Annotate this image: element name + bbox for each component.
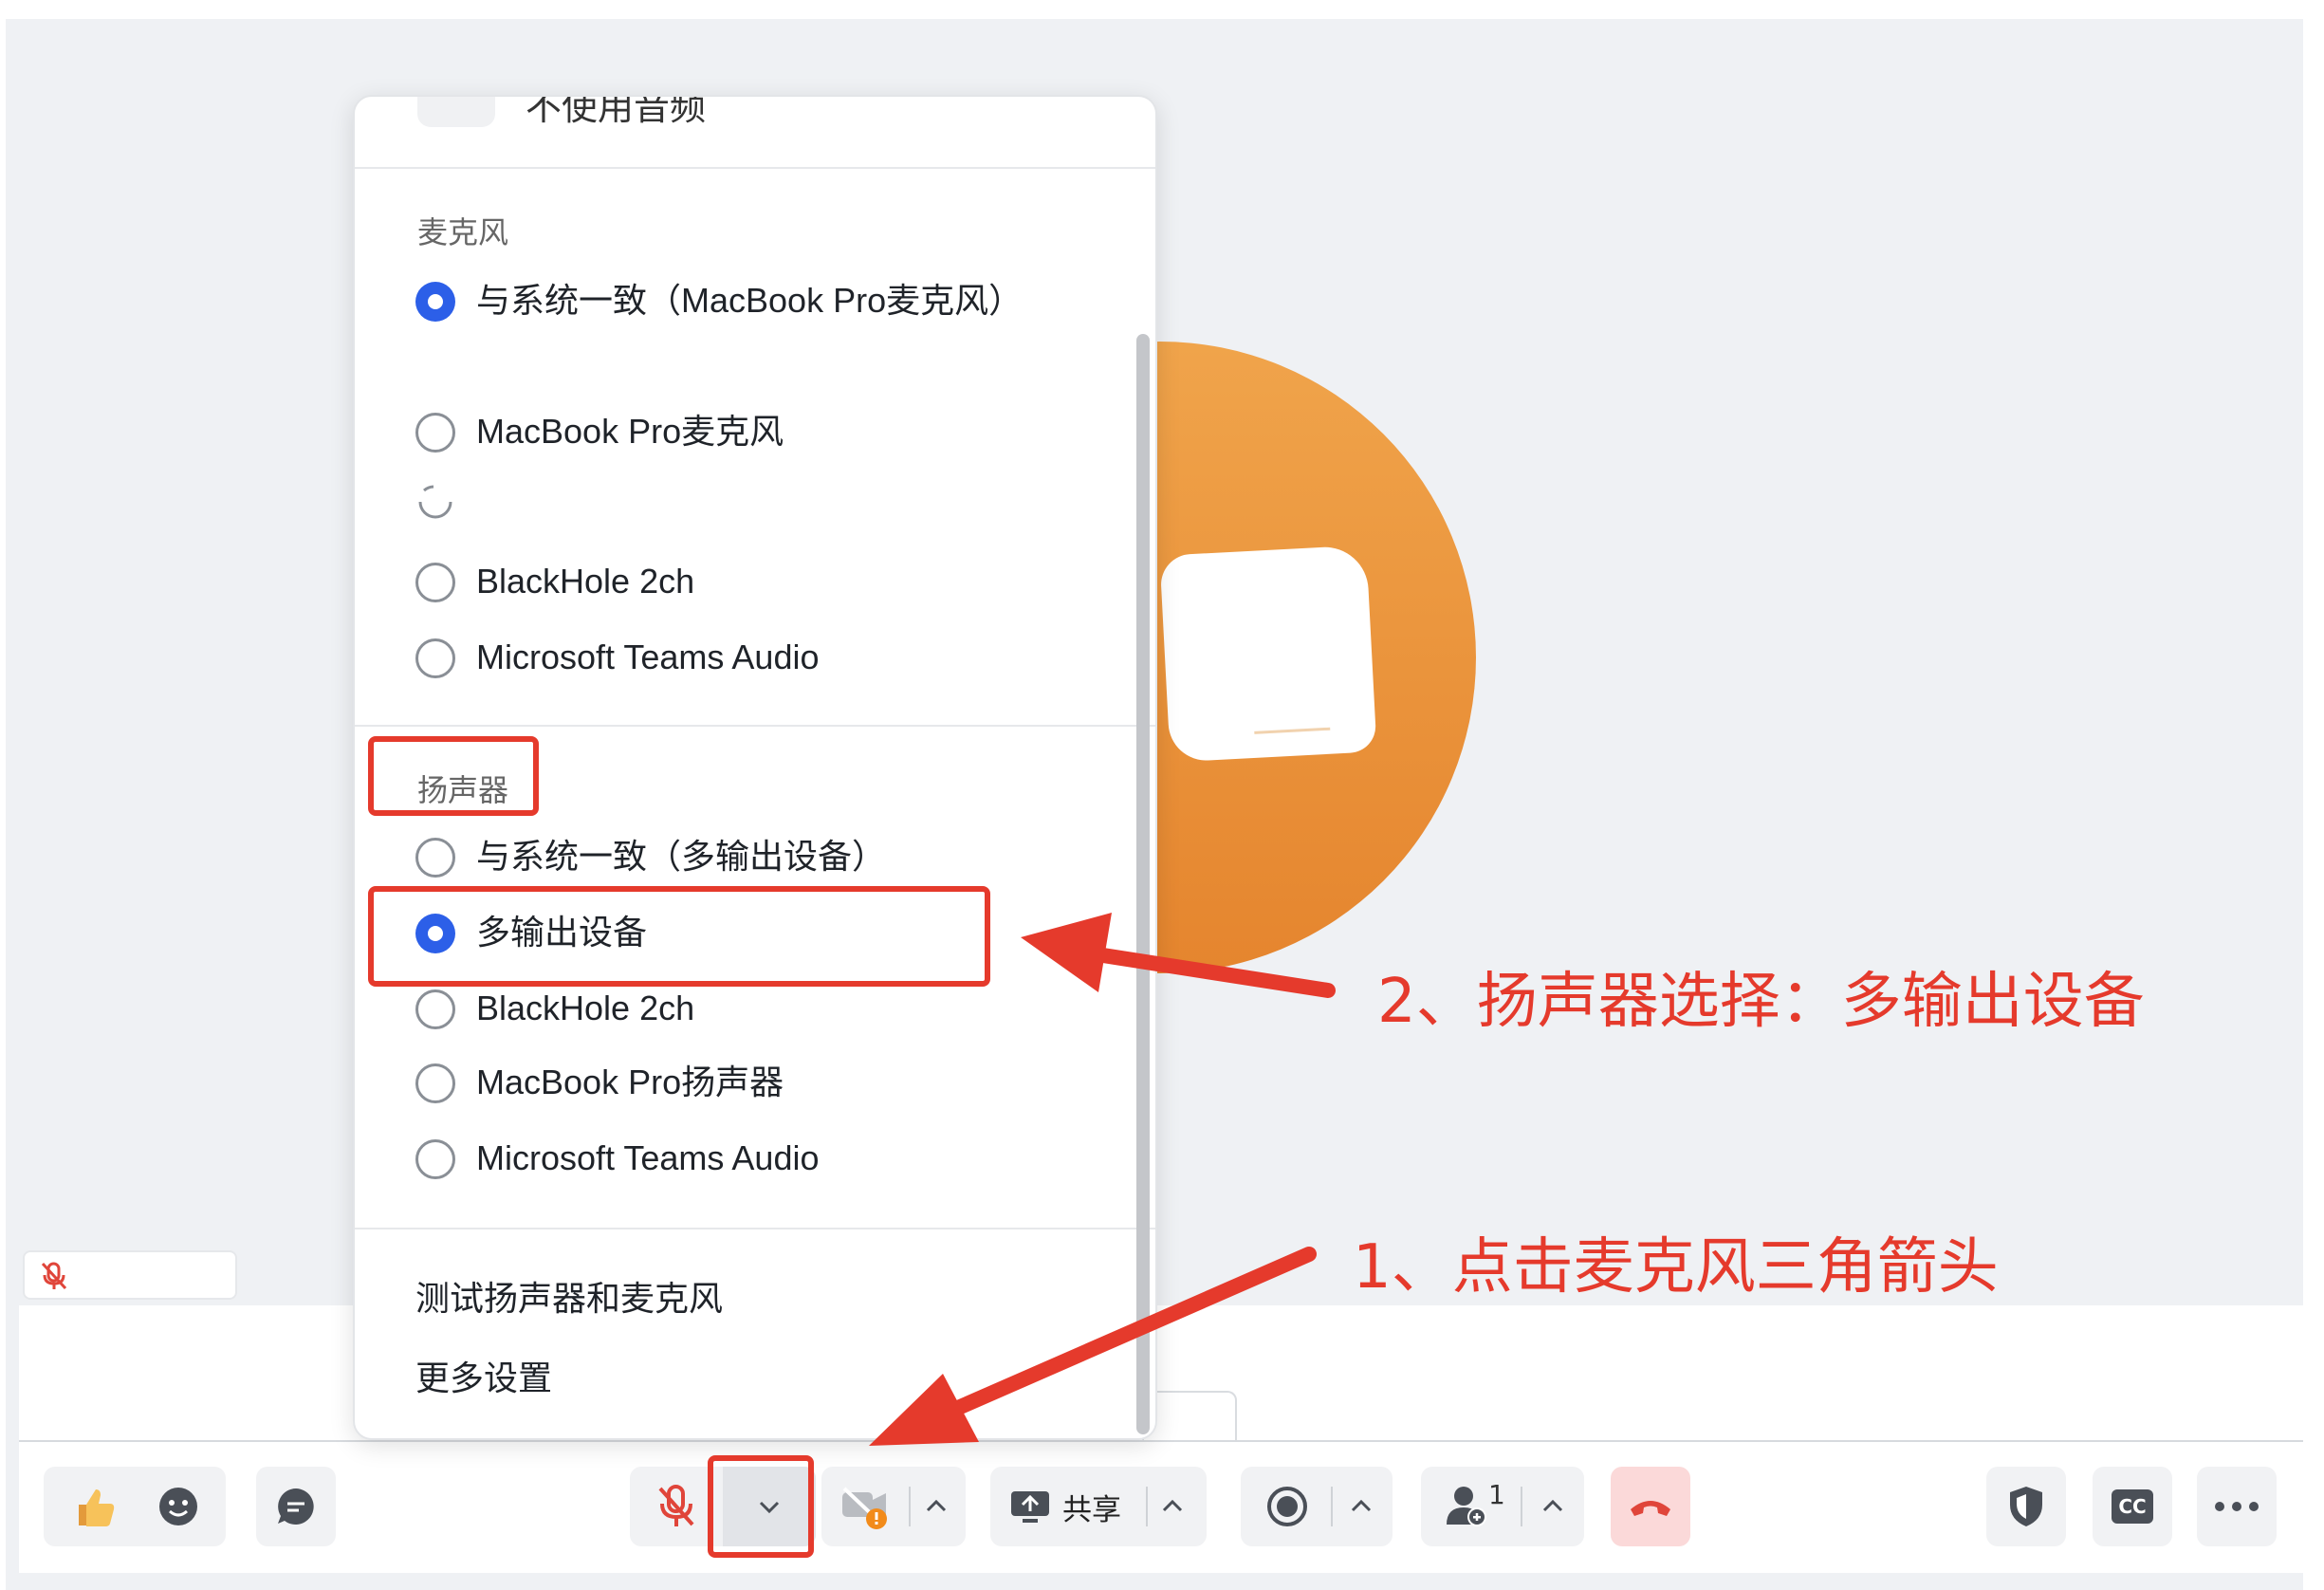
- speaker-title-highlight: [368, 736, 539, 816]
- menu-divider: [355, 1228, 1155, 1229]
- window-top-strip: [0, 0, 2324, 19]
- record-button[interactable]: [1244, 1484, 1331, 1529]
- chat-button[interactable]: [256, 1467, 336, 1546]
- captions-icon: CC: [2112, 1489, 2153, 1524]
- test-audio-button[interactable]: 测试扬声器和麦克风: [415, 1271, 723, 1321]
- chevron-up-icon: [926, 1499, 947, 1512]
- captions-button[interactable]: CC: [2093, 1467, 2172, 1546]
- share-screen-icon: [1011, 1491, 1049, 1523]
- mic-option-label: MacBook Pro麦克风: [476, 412, 784, 451]
- chat-icon: [278, 1488, 314, 1525]
- annotation-step-1: 1、点击麦克风三角箭头: [1353, 1232, 1999, 1303]
- radio-icon: [415, 563, 455, 602]
- record-options-button[interactable]: [1333, 1497, 1390, 1516]
- radio-icon: [415, 838, 455, 878]
- annotation-step-2: 2、扬声器选择：多输出设备: [1377, 967, 2145, 1037]
- speaker-option-system[interactable]: 与系统一致（多输出设备）: [415, 837, 886, 883]
- participants-button[interactable]: 1: [1422, 1479, 1521, 1530]
- chevron-up-icon: [1162, 1499, 1183, 1512]
- speaker-option-label: 与系统一致（多输出设备）: [476, 837, 887, 876]
- avatar-redaction: [1159, 545, 1377, 763]
- radio-icon: [415, 989, 455, 1029]
- speaker-option-label: Microsoft Teams Audio: [476, 1138, 820, 1177]
- reactions-button[interactable]: [44, 1467, 226, 1546]
- radio-checked-icon: [415, 282, 455, 322]
- multi-output-highlight: [368, 886, 990, 987]
- security-button[interactable]: [1986, 1467, 2066, 1546]
- microphone-section-title: 麦克风: [417, 214, 509, 250]
- menu-scrollbar[interactable]: [1136, 334, 1150, 1434]
- participant-count: 1: [1488, 1479, 1505, 1510]
- window-right-edge: [2303, 0, 2324, 1590]
- video-options-button[interactable]: [908, 1497, 965, 1516]
- meeting-toolbar: 共享 1 CC: [19, 1440, 2303, 1573]
- participants-options-button[interactable]: [1522, 1497, 1583, 1516]
- speaker-option-macbook[interactable]: MacBook Pro扬声器: [415, 1063, 784, 1109]
- video-button-group: [821, 1467, 966, 1546]
- more-button[interactable]: [2197, 1467, 2277, 1546]
- radio-icon: [415, 638, 455, 678]
- mic-chevron-highlight: [708, 1455, 814, 1558]
- mic-off-icon: [41, 1262, 67, 1290]
- record-button-group: [1241, 1467, 1393, 1546]
- record-icon: [1267, 1487, 1307, 1526]
- captions-label: CC: [2118, 1495, 2147, 1518]
- chevron-up-icon: [1542, 1499, 1563, 1512]
- video-off-icon: [842, 1487, 887, 1529]
- radio-icon: [415, 1063, 455, 1103]
- window-left-edge: [0, 0, 6, 1590]
- speaker-option-blackhole[interactable]: BlackHole 2ch: [415, 989, 694, 1035]
- radio-icon: [415, 1139, 455, 1179]
- mic-option-label: Microsoft Teams Audio: [476, 638, 820, 676]
- more-icon: [2215, 1502, 2259, 1511]
- share-options-button[interactable]: [1148, 1497, 1197, 1516]
- radio-icon: [415, 413, 455, 453]
- chevron-up-icon: [1351, 1499, 1372, 1512]
- video-separator: [909, 1487, 911, 1526]
- mic-option-macbook[interactable]: MacBook Pro麦克风: [415, 412, 784, 458]
- mic-option-label: 与系统一致（MacBook Pro麦克风）: [476, 281, 1024, 320]
- meeting-window: 共享 1 CC 不使用音频 麦克风 与系统一致（MacBook Pro麦克风） …: [0, 0, 2324, 1590]
- emoji-icon: [159, 1488, 197, 1525]
- video-toggle-button[interactable]: [822, 1483, 908, 1530]
- share-button-group: 共享: [990, 1467, 1207, 1546]
- menu-divider: [355, 167, 1155, 169]
- thumbs-up-icon: [79, 1489, 115, 1526]
- speaker-option-label: BlackHole 2ch: [476, 989, 695, 1027]
- no-audio-option[interactable]: 不使用音频: [526, 97, 706, 130]
- no-audio-icon-box: [417, 97, 495, 127]
- end-call-button[interactable]: [1611, 1467, 1690, 1546]
- mic-option-teams[interactable]: Microsoft Teams Audio: [415, 638, 820, 684]
- loading-spinner-icon: [418, 485, 452, 519]
- end-call-icon: [1631, 1501, 1670, 1516]
- speaker-option-teams[interactable]: Microsoft Teams Audio: [415, 1138, 820, 1185]
- menu-divider: [355, 725, 1155, 727]
- mic-option-blackhole[interactable]: BlackHole 2ch: [415, 562, 694, 608]
- share-button[interactable]: 共享: [1000, 1486, 1121, 1528]
- speaker-option-label: MacBook Pro扬声器: [476, 1063, 784, 1101]
- mic-option-system[interactable]: 与系统一致（MacBook Pro麦克风）: [415, 281, 1023, 327]
- share-label: 共享: [1062, 1492, 1121, 1527]
- mic-option-label: BlackHole 2ch: [476, 562, 695, 601]
- mic-off-icon: [658, 1485, 694, 1526]
- more-settings-button[interactable]: 更多设置: [415, 1351, 552, 1400]
- security-icon: [2010, 1487, 2042, 1526]
- participant-name-tag: [23, 1250, 237, 1300]
- participants-button-group: 1: [1421, 1467, 1584, 1546]
